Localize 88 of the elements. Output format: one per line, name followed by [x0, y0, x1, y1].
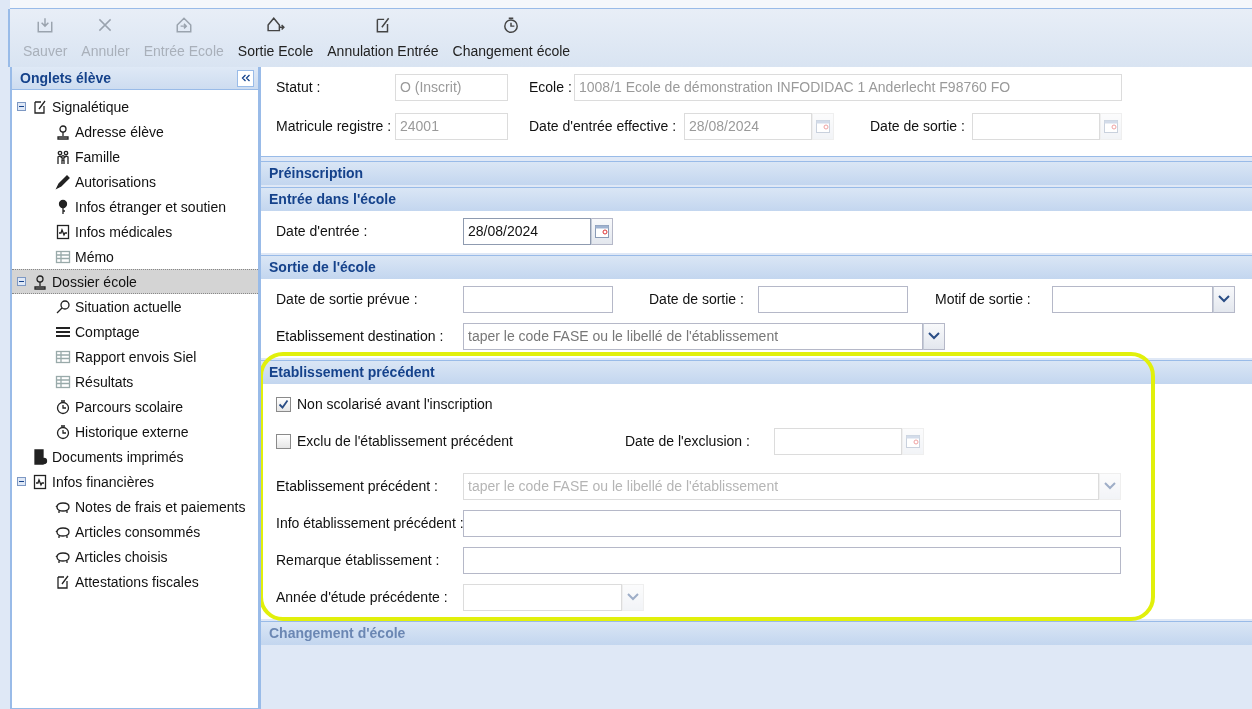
dropdown-button[interactable]	[923, 322, 945, 350]
field-label: Date de sortie :	[649, 291, 745, 307]
pencil-icon	[55, 173, 71, 190]
panel-title: Onglets élève	[20, 70, 112, 86]
checkbox[interactable]	[276, 433, 291, 449]
edit-icon	[32, 98, 48, 115]
field-label: Date de sortie prévue :	[276, 291, 419, 307]
tree-item[interactable]: Infos médicales	[12, 219, 258, 244]
clock-icon	[55, 398, 71, 415]
tree-item[interactable]: Infos financières	[12, 469, 258, 494]
text-field[interactable]	[463, 285, 613, 313]
tree-item[interactable]: Autorisations	[12, 169, 258, 194]
dropdown-field[interactable]	[1052, 285, 1213, 313]
dropdown-field[interactable]: taper le code FASE ou le libellé de l'établissement	[463, 322, 923, 350]
medical-chart-icon	[32, 473, 48, 490]
save-icon	[36, 16, 55, 34]
text-field[interactable]	[463, 509, 1121, 537]
field-label: Année d'étude précédente :	[276, 589, 449, 605]
magnifier-icon	[55, 298, 71, 315]
dropdown-button[interactable]	[1213, 285, 1235, 313]
field-label: Matricule registre :	[276, 118, 393, 134]
collapse-icon[interactable]	[237, 69, 254, 87]
toolbar-button[interactable]: Annulation Entrée	[324, 11, 442, 67]
tree-item[interactable]: Parcours scolaire	[12, 394, 258, 419]
toolbar-button[interactable]: Changement école	[449, 11, 574, 67]
collapse-toggle[interactable]	[17, 477, 28, 486]
tree-item[interactable]: Comptage	[12, 319, 258, 344]
checkbox[interactable]	[276, 396, 291, 412]
tree-item[interactable]: Signalétique	[12, 94, 258, 119]
document-icon	[32, 448, 48, 465]
section-header[interactable]: Entrée dans l'école	[261, 187, 1252, 211]
tree-item[interactable]: Attestations fiscales	[12, 569, 258, 594]
tree-item[interactable]: Adresse élève	[12, 119, 258, 144]
tree-item[interactable]: Historique externe	[12, 419, 258, 444]
text-field[interactable]	[463, 546, 1121, 574]
field-label: Date d'entrée effective :	[529, 118, 678, 134]
collapse-toggle[interactable]	[17, 277, 28, 286]
tree-item[interactable]: Rapport envois Siel	[12, 344, 258, 369]
clock-icon	[502, 16, 521, 34]
text-field[interactable]	[758, 285, 908, 313]
field-label: Motif de sortie :	[935, 291, 1032, 307]
field-label: Ecole :	[529, 79, 573, 95]
tree-item[interactable]: Infos étranger et soutien	[12, 194, 258, 219]
clock-icon	[55, 423, 71, 440]
map-pin-icon	[32, 273, 48, 290]
field-label: Date de sortie :	[870, 118, 966, 134]
section-header[interactable]: Préinscription	[261, 161, 1252, 185]
tree-item[interactable]: Articles choisis	[12, 544, 258, 569]
house-arrow-icon	[174, 16, 193, 34]
chevron-down-icon	[928, 332, 940, 340]
field-label: Etablissement précédent :	[276, 478, 439, 494]
checkbox-label: Non scolarisé avant l'inscription	[297, 396, 493, 412]
calendar-icon	[906, 434, 920, 448]
tree-item[interactable]: Famille	[12, 144, 258, 169]
field-label: Statut :	[276, 79, 322, 95]
table-icon	[55, 348, 71, 365]
chevron-down-icon	[1104, 482, 1116, 490]
chevron-down-icon	[1218, 295, 1230, 303]
section-header[interactable]: Sortie de l'école	[261, 255, 1252, 279]
field-label: Info établissement précédent :	[276, 515, 463, 531]
table-icon	[55, 248, 71, 265]
calendar-icon	[816, 119, 830, 133]
house-arrow-icon	[266, 16, 285, 34]
table-icon	[55, 373, 71, 390]
checkbox-label: Exclu de l'établissement précédent	[297, 433, 514, 449]
tree-item[interactable]: Mémo	[12, 244, 258, 269]
date-field[interactable]: 28/08/2024	[463, 217, 591, 245]
tree-item[interactable]: Articles consommés	[12, 519, 258, 544]
calendar-button[interactable]	[591, 217, 613, 245]
chevron-down-icon	[627, 593, 639, 601]
map-pin-icon	[55, 123, 71, 140]
calendar-icon	[595, 224, 609, 238]
section-header[interactable]: Etablissement précédent	[261, 360, 1252, 384]
field-label: Etablissement destination :	[276, 328, 445, 344]
field-label: Remarque établissement :	[276, 552, 441, 568]
field-label: Date de l'exclusion :	[625, 433, 751, 449]
medical-chart-icon	[55, 223, 71, 240]
field-label: Date d'entrée :	[276, 223, 369, 239]
people-icon	[55, 148, 71, 165]
tree-item[interactable]: Documents imprimés	[12, 444, 258, 469]
calendar-icon	[1104, 119, 1118, 133]
collapse-toggle[interactable]	[17, 102, 28, 111]
tree-item[interactable]: Notes de frais et paiements	[12, 494, 258, 519]
tree-item[interactable]: Situation actuelle	[12, 294, 258, 319]
toolbar-button[interactable]: Sortie Ecole	[234, 11, 317, 67]
tree-item[interactable]: Résultats	[12, 369, 258, 394]
edit-icon	[55, 573, 71, 590]
tree-item[interactable]: Dossier école	[12, 269, 258, 294]
